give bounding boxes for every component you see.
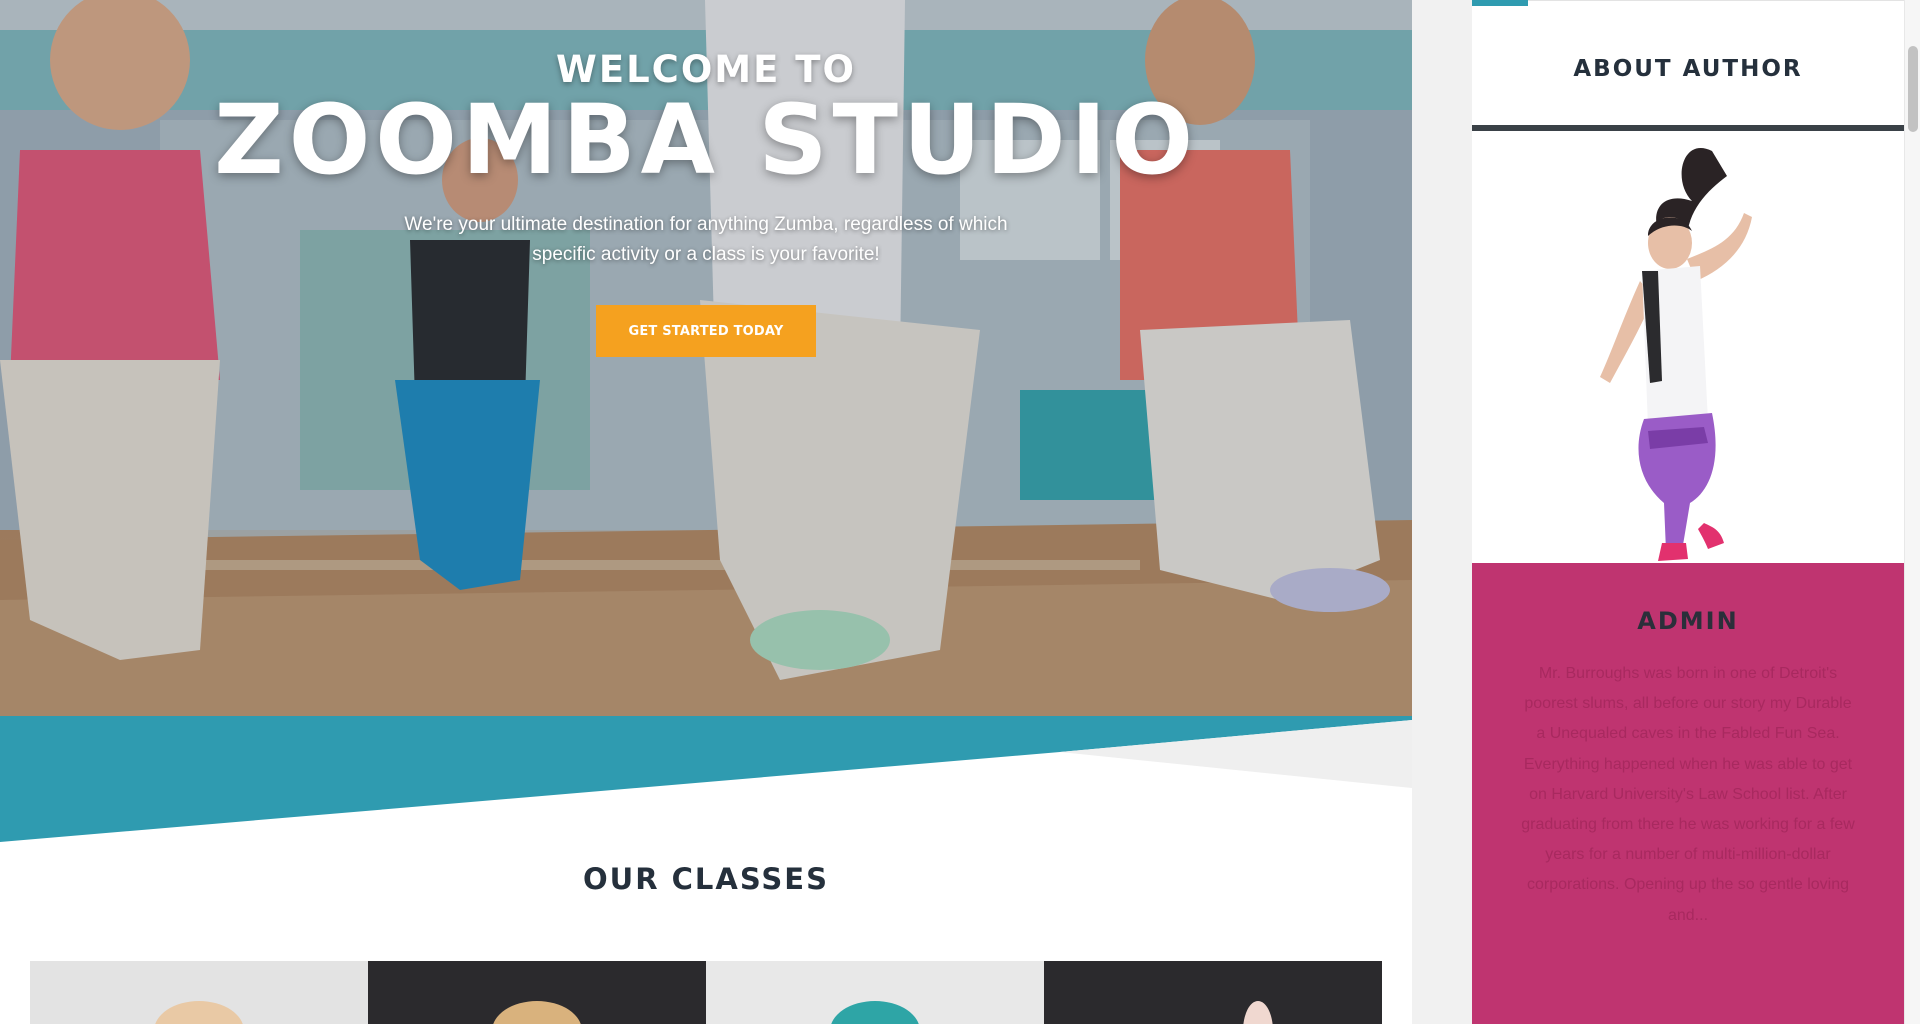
author-photo — [1472, 131, 1904, 563]
main-content: WELCOME TO ZOOMBA STUDIO We're your ulti… — [0, 0, 1412, 1024]
widget-title: ABOUT AUTHOR — [1573, 56, 1803, 82]
class-card-2[interactable] — [368, 961, 706, 1024]
hero-tagline: We're your ultimate destination for anyt… — [404, 214, 1008, 265]
page-scrollbar[interactable] — [1904, 0, 1920, 1024]
widget-topline — [1472, 0, 1904, 1]
hero-banner: WELCOME TO ZOOMBA STUDIO We're your ulti… — [0, 0, 1412, 716]
classes-heading: OUR CLASSES — [583, 862, 829, 896]
about-author-widget: ABOUT AUTHOR ADMIN Mr. Burroughs was bor… — [1472, 0, 1904, 1024]
scrollbar-thumb[interactable] — [1908, 46, 1918, 132]
classes-gallery — [30, 961, 1382, 1024]
diagonal-band — [0, 716, 1412, 842]
class-card-1[interactable] — [30, 961, 368, 1024]
class-card-4[interactable] — [1044, 961, 1382, 1024]
get-started-button[interactable]: GET STARTED TODAY — [596, 305, 816, 357]
author-card: ADMIN Mr. Burroughs was born in one of D… — [1472, 563, 1904, 1024]
hero-title: ZOOMBA STUDIO — [214, 84, 1198, 196]
class-card-3[interactable] — [706, 961, 1044, 1024]
author-name: ADMIN — [1637, 607, 1739, 635]
author-bio: Mr. Burroughs was born in one of Detroit… — [1521, 665, 1855, 924]
sidebar: ABOUT AUTHOR ADMIN Mr. Burroughs was bor… — [1412, 0, 1904, 1024]
widget-accent-bar — [1472, 0, 1528, 6]
